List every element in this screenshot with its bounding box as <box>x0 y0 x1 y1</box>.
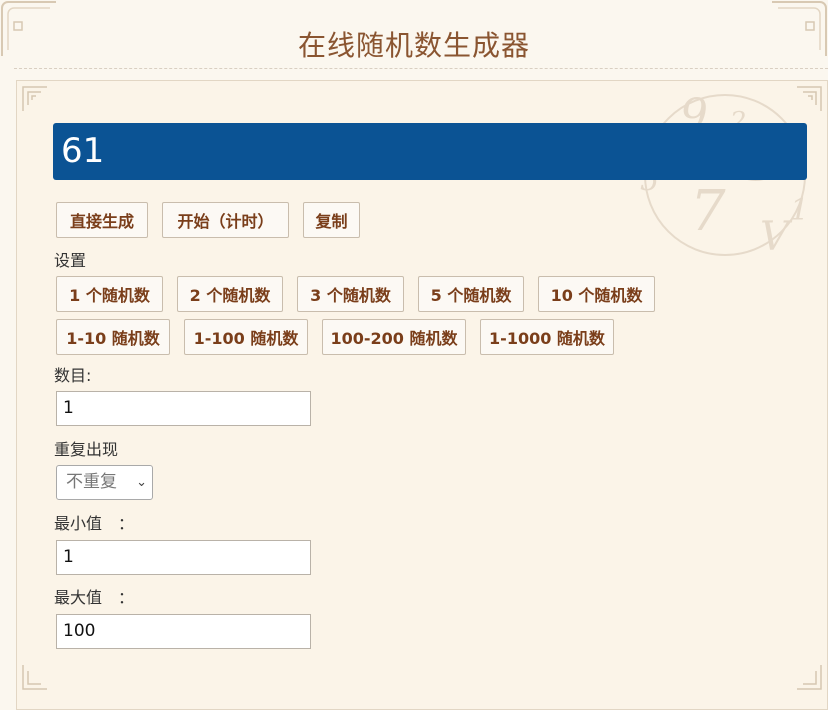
panel-corner-icon <box>797 665 822 690</box>
range-1-100-button[interactable]: 1-100 随机数 <box>184 319 308 355</box>
svg-text:7: 7 <box>690 179 726 244</box>
panel-corner-icon <box>22 665 47 690</box>
range-1-1000-button[interactable]: 1-1000 随机数 <box>480 319 614 355</box>
chevron-down-icon: ⌄ <box>136 475 147 490</box>
copy-button[interactable]: 复制 <box>303 202 360 238</box>
page-title: 在线随机数生成器 <box>297 29 530 62</box>
generate-button[interactable]: 直接生成 <box>56 202 148 238</box>
repeat-select-value: 不重复 <box>66 472 117 492</box>
settings-label: 设置 <box>54 251 87 270</box>
min-value-input[interactable]: 1 <box>56 540 311 575</box>
preset-1-number-button[interactable]: 1 个随机数 <box>56 276 163 312</box>
panel-corner-icon <box>22 86 47 111</box>
range-100-200-button[interactable]: 100-200 随机数 <box>322 319 466 355</box>
count-input[interactable]: 1 <box>56 391 311 426</box>
max-label: 最大值 ： <box>54 588 135 607</box>
title-divider <box>14 68 828 69</box>
preset-10-numbers-button[interactable]: 10 个随机数 <box>538 276 655 312</box>
range-1-10-button[interactable]: 1-10 随机数 <box>56 319 170 355</box>
preset-2-numbers-button[interactable]: 2 个随机数 <box>177 276 283 312</box>
svg-text:1: 1 <box>790 193 809 228</box>
repeat-select[interactable]: 不重复 ⌄ <box>56 465 153 500</box>
min-label: 最小值 ： <box>54 514 135 533</box>
random-result-display: 61 <box>53 123 807 180</box>
preset-3-numbers-button[interactable]: 3 个随机数 <box>297 276 404 312</box>
max-value-input[interactable]: 100 <box>56 614 311 649</box>
count-label: 数目: <box>54 366 92 385</box>
start-timer-button[interactable]: 开始（计时） <box>162 202 289 238</box>
repeat-label: 重复出现 <box>54 440 119 459</box>
preset-5-numbers-button[interactable]: 5 个随机数 <box>418 276 524 312</box>
